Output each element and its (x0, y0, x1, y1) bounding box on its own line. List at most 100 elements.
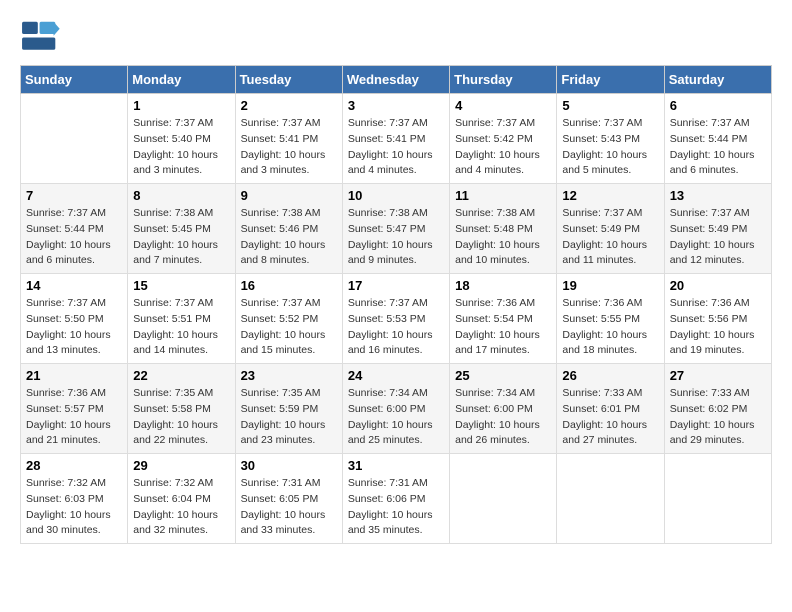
calendar-cell: 1 Sunrise: 7:37 AMSunset: 5:40 PMDaylight… (128, 94, 235, 184)
day-number: 26 (562, 368, 658, 383)
day-info: Sunrise: 7:37 AMSunset: 5:52 PMDaylight:… (241, 296, 337, 359)
day-info: Sunrise: 7:37 AMSunset: 5:43 PMDaylight:… (562, 116, 658, 179)
calendar-cell: 30 Sunrise: 7:31 AMSunset: 6:05 PMDayligh… (235, 454, 342, 544)
day-info: Sunrise: 7:37 AMSunset: 5:49 PMDaylight:… (670, 206, 766, 269)
calendar-cell (21, 94, 128, 184)
day-number: 15 (133, 278, 229, 293)
day-number: 11 (455, 188, 551, 203)
calendar-week-3: 14 Sunrise: 7:37 AMSunset: 5:50 PMDayligh… (21, 274, 772, 364)
calendar-cell: 2Sunrise: 7:37 AMSunset: 5:41 PMDaylight… (235, 94, 342, 184)
day-info: Sunrise: 7:37 AMSunset: 5:53 PMDaylight:… (348, 296, 444, 359)
day-number: 22 (133, 368, 229, 383)
calendar-cell: 27 Sunrise: 7:33 AMSunset: 6:02 PMDayligh… (664, 364, 771, 454)
day-number: 25 (455, 368, 551, 383)
day-info: Sunrise: 7:31 AMSunset: 6:06 PMDaylight:… (348, 476, 444, 539)
day-info: Sunrise: 7:32 AMSunset: 6:03 PMDaylight:… (26, 476, 122, 539)
day-number: 1 (133, 98, 229, 113)
calendar-cell (664, 454, 771, 544)
day-number: 18 (455, 278, 551, 293)
day-info: Sunrise: 7:37 AMSunset: 5:40 PMDaylight:… (133, 116, 229, 179)
day-number: 5 (562, 98, 658, 113)
calendar-cell: 29 Sunrise: 7:32 AMSunset: 6:04 PMDayligh… (128, 454, 235, 544)
calendar-cell: 18 Sunrise: 7:36 AMSunset: 5:54 PMDayligh… (450, 274, 557, 364)
day-info: Sunrise: 7:38 AMSunset: 5:46 PMDaylight:… (241, 206, 337, 269)
calendar-body: 1 Sunrise: 7:37 AMSunset: 5:40 PMDaylight… (21, 94, 772, 544)
day-info: Sunrise: 7:37 AMSunset: 5:49 PMDaylight:… (562, 206, 658, 269)
day-info: Sunrise: 7:35 AMSunset: 5:59 PMDaylight:… (241, 386, 337, 449)
day-info: Sunrise: 7:36 AMSunset: 5:55 PMDaylight:… (562, 296, 658, 359)
day-number: 21 (26, 368, 122, 383)
calendar-cell: 31 Sunrise: 7:31 AMSunset: 6:06 PMDayligh… (342, 454, 449, 544)
calendar-cell: 23 Sunrise: 7:35 AMSunset: 5:59 PMDayligh… (235, 364, 342, 454)
calendar-cell: 10Sunrise: 7:38 AMSunset: 5:47 PMDayligh… (342, 184, 449, 274)
calendar-table: SundayMondayTuesdayWednesdayThursdayFrid… (20, 65, 772, 544)
weekday-header-saturday: Saturday (664, 66, 771, 94)
day-number: 24 (348, 368, 444, 383)
calendar-week-1: 1 Sunrise: 7:37 AMSunset: 5:40 PMDaylight… (21, 94, 772, 184)
day-info: Sunrise: 7:36 AMSunset: 5:57 PMDaylight:… (26, 386, 122, 449)
calendar-cell: 17Sunrise: 7:37 AMSunset: 5:53 PMDayligh… (342, 274, 449, 364)
day-number: 23 (241, 368, 337, 383)
day-info: Sunrise: 7:38 AMSunset: 5:48 PMDaylight:… (455, 206, 551, 269)
day-info: Sunrise: 7:37 AMSunset: 5:50 PMDaylight:… (26, 296, 122, 359)
weekday-header-sunday: Sunday (21, 66, 128, 94)
day-info: Sunrise: 7:37 AMSunset: 5:41 PMDaylight:… (348, 116, 444, 179)
weekday-header-wednesday: Wednesday (342, 66, 449, 94)
day-info: Sunrise: 7:38 AMSunset: 5:47 PMDaylight:… (348, 206, 444, 269)
calendar-cell: 6Sunrise: 7:37 AMSunset: 5:44 PMDaylight… (664, 94, 771, 184)
logo-icon (20, 20, 60, 55)
day-info: Sunrise: 7:37 AMSunset: 5:51 PMDaylight:… (133, 296, 229, 359)
day-info: Sunrise: 7:37 AMSunset: 5:41 PMDaylight:… (241, 116, 337, 179)
calendar-cell: 3 Sunrise: 7:37 AMSunset: 5:41 PMDaylight… (342, 94, 449, 184)
day-number: 13 (670, 188, 766, 203)
calendar-cell: 8Sunrise: 7:38 AMSunset: 5:45 PMDaylight… (128, 184, 235, 274)
calendar-cell: 26 Sunrise: 7:33 AMSunset: 6:01 PMDayligh… (557, 364, 664, 454)
weekday-header-friday: Friday (557, 66, 664, 94)
calendar-cell: 9 Sunrise: 7:38 AMSunset: 5:46 PMDaylight… (235, 184, 342, 274)
calendar-cell: 20 Sunrise: 7:36 AMSunset: 5:56 PMDayligh… (664, 274, 771, 364)
calendar-cell: 5 Sunrise: 7:37 AMSunset: 5:43 PMDaylight… (557, 94, 664, 184)
header (20, 20, 772, 55)
calendar-cell (450, 454, 557, 544)
day-number: 28 (26, 458, 122, 473)
day-number: 19 (562, 278, 658, 293)
calendar-cell: 25Sunrise: 7:34 AMSunset: 6:00 PMDayligh… (450, 364, 557, 454)
day-number: 30 (241, 458, 337, 473)
calendar-cell: 4 Sunrise: 7:37 AMSunset: 5:42 PMDaylight… (450, 94, 557, 184)
day-number: 3 (348, 98, 444, 113)
day-number: 27 (670, 368, 766, 383)
weekday-header-tuesday: Tuesday (235, 66, 342, 94)
day-info: Sunrise: 7:31 AMSunset: 6:05 PMDaylight:… (241, 476, 337, 539)
calendar-cell: 12Sunrise: 7:37 AMSunset: 5:49 PMDayligh… (557, 184, 664, 274)
day-info: Sunrise: 7:35 AMSunset: 5:58 PMDaylight:… (133, 386, 229, 449)
day-info: Sunrise: 7:32 AMSunset: 6:04 PMDaylight:… (133, 476, 229, 539)
day-info: Sunrise: 7:36 AMSunset: 5:54 PMDaylight:… (455, 296, 551, 359)
day-info: Sunrise: 7:33 AMSunset: 6:01 PMDaylight:… (562, 386, 658, 449)
calendar-cell (557, 454, 664, 544)
calendar-cell: 24 Sunrise: 7:34 AMSunset: 6:00 PMDayligh… (342, 364, 449, 454)
calendar-cell: 22 Sunrise: 7:35 AMSunset: 5:58 PMDayligh… (128, 364, 235, 454)
calendar-cell: 14 Sunrise: 7:37 AMSunset: 5:50 PMDayligh… (21, 274, 128, 364)
day-number: 20 (670, 278, 766, 293)
calendar-cell: 11 Sunrise: 7:38 AMSunset: 5:48 PMDayligh… (450, 184, 557, 274)
calendar-week-2: 7Sunrise: 7:37 AMSunset: 5:44 PMDaylight… (21, 184, 772, 274)
day-number: 9 (241, 188, 337, 203)
weekday-header-thursday: Thursday (450, 66, 557, 94)
weekday-header-monday: Monday (128, 66, 235, 94)
day-number: 4 (455, 98, 551, 113)
day-number: 16 (241, 278, 337, 293)
calendar-cell: 21 Sunrise: 7:36 AMSunset: 5:57 PMDayligh… (21, 364, 128, 454)
day-number: 7 (26, 188, 122, 203)
day-info: Sunrise: 7:33 AMSunset: 6:02 PMDaylight:… (670, 386, 766, 449)
day-info: Sunrise: 7:38 AMSunset: 5:45 PMDaylight:… (133, 206, 229, 269)
calendar-header: SundayMondayTuesdayWednesdayThursdayFrid… (21, 66, 772, 94)
calendar-week-4: 21 Sunrise: 7:36 AMSunset: 5:57 PMDayligh… (21, 364, 772, 454)
day-info: Sunrise: 7:36 AMSunset: 5:56 PMDaylight:… (670, 296, 766, 359)
day-number: 31 (348, 458, 444, 473)
day-number: 29 (133, 458, 229, 473)
day-info: Sunrise: 7:34 AMSunset: 6:00 PMDaylight:… (348, 386, 444, 449)
weekday-row: SundayMondayTuesdayWednesdayThursdayFrid… (21, 66, 772, 94)
day-number: 14 (26, 278, 122, 293)
day-info: Sunrise: 7:37 AMSunset: 5:42 PMDaylight:… (455, 116, 551, 179)
day-info: Sunrise: 7:37 AMSunset: 5:44 PMDaylight:… (670, 116, 766, 179)
